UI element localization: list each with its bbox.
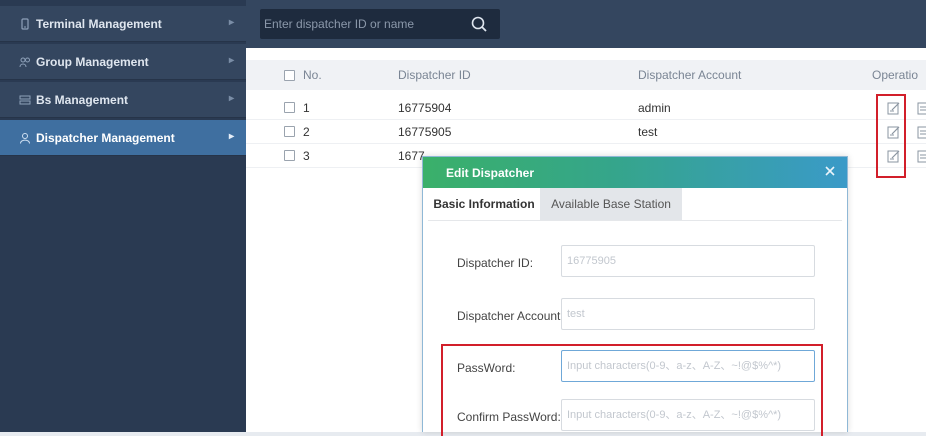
row-no: 3 bbox=[284, 144, 310, 167]
top-bar bbox=[246, 0, 926, 48]
select-all-checkbox[interactable] bbox=[284, 69, 295, 81]
dispatcher-id-label: Dispatcher ID: bbox=[457, 256, 534, 270]
sidebar-item-label: Terminal Management bbox=[36, 16, 162, 31]
sidebar: Terminal Management ▸ Group Management ▸… bbox=[0, 0, 246, 432]
tabs-divider bbox=[428, 220, 842, 221]
search-input[interactable] bbox=[262, 9, 466, 39]
group-icon bbox=[18, 55, 32, 69]
header-no: No. bbox=[284, 60, 322, 90]
sidebar-item-label: Bs Management bbox=[36, 92, 129, 107]
row-checkbox[interactable] bbox=[284, 150, 295, 161]
close-icon[interactable] bbox=[823, 164, 837, 178]
header-dispatcher-id: Dispatcher ID bbox=[398, 68, 471, 82]
sidebar-item-dispatcher-management[interactable]: Dispatcher Management ▸ bbox=[0, 120, 246, 156]
row-dispatcher-account: test bbox=[638, 124, 658, 139]
chevron-right-icon: ▸ bbox=[228, 55, 234, 66]
base-station-icon bbox=[18, 93, 32, 107]
search-icon[interactable] bbox=[470, 15, 488, 33]
edit-icons-highlight bbox=[876, 94, 906, 178]
chevron-right-icon: ▸ bbox=[228, 17, 234, 28]
dispatcher-account-field bbox=[561, 298, 815, 330]
row-checkbox[interactable] bbox=[284, 126, 295, 137]
sidebar-item-label: Group Management bbox=[36, 54, 149, 69]
search-box bbox=[260, 9, 500, 39]
row-dispatcher-account: admin bbox=[638, 100, 671, 115]
detail-icon[interactable] bbox=[917, 125, 926, 139]
sidebar-item-bs-management[interactable]: Bs Management ▸ bbox=[0, 82, 246, 118]
sidebar-item-label: Dispatcher Management bbox=[36, 130, 175, 145]
detail-icon[interactable] bbox=[917, 101, 926, 115]
terminal-icon bbox=[18, 17, 32, 31]
header-dispatcher-account: Dispatcher Account bbox=[638, 68, 742, 82]
dispatcher-id-input[interactable] bbox=[567, 255, 814, 267]
dispatcher-icon bbox=[18, 131, 32, 145]
dispatcher-id-field bbox=[561, 245, 815, 277]
dialog-header: Edit Dispatcher bbox=[423, 157, 847, 188]
dispatcher-account-input[interactable] bbox=[567, 308, 814, 320]
row-no: 2 bbox=[284, 120, 310, 143]
chevron-right-icon: ▸ bbox=[228, 131, 234, 142]
table-header: No. Dispatcher ID Dispatcher Account Ope… bbox=[246, 60, 926, 90]
row-dispatcher-id: 1677 bbox=[398, 148, 425, 163]
password-fields-highlight bbox=[441, 344, 823, 436]
tab-basic-information[interactable]: Basic Information bbox=[428, 188, 540, 220]
chevron-right-icon: ▸ bbox=[228, 93, 234, 104]
dispatcher-account-label: Dispatcher Account: bbox=[457, 309, 564, 323]
row-checkbox[interactable] bbox=[284, 102, 295, 113]
row-dispatcher-id: 16775904 bbox=[398, 100, 452, 115]
detail-icon[interactable] bbox=[917, 149, 926, 163]
row-no: 1 bbox=[284, 96, 310, 119]
table-row: 1 16775904 admin bbox=[246, 96, 926, 120]
row-dispatcher-id: 16775905 bbox=[398, 124, 452, 139]
sidebar-item-group-management[interactable]: Group Management ▸ bbox=[0, 44, 246, 80]
table-row: 2 16775905 test bbox=[246, 120, 926, 144]
sidebar-item-terminal-management[interactable]: Terminal Management ▸ bbox=[0, 6, 246, 42]
dialog-title: Edit Dispatcher bbox=[446, 165, 535, 180]
tab-available-base-station[interactable]: Available Base Station bbox=[540, 188, 682, 220]
header-operation: Operatio bbox=[872, 68, 919, 82]
